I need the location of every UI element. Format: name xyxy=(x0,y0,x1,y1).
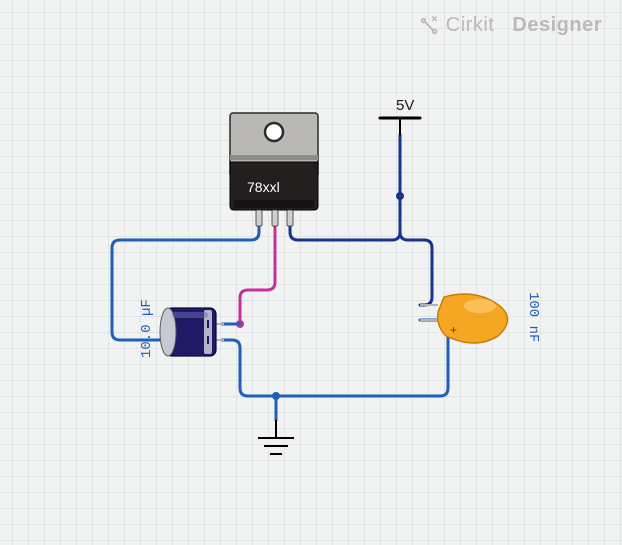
schematic-canvas[interactable]: 5V 78xxl xyxy=(0,0,622,545)
cap-tantalum-polarity: + xyxy=(450,323,457,337)
component-regulator[interactable]: 78xxl xyxy=(230,113,318,226)
net-gnd xyxy=(222,320,448,420)
power-5v-label: 5V xyxy=(396,97,414,114)
power-5v: 5V xyxy=(380,97,420,135)
cap-tantalum-value: 100 nF xyxy=(525,292,541,342)
cap-electrolytic-value: 10.0 µF xyxy=(139,299,155,358)
regulator-label: 78xxl xyxy=(247,179,280,195)
component-cap-tantalum[interactable]: + 100 nF xyxy=(420,292,541,343)
ground-symbol xyxy=(258,420,294,454)
component-cap-electrolytic[interactable]: 10.0 µF xyxy=(139,299,224,358)
